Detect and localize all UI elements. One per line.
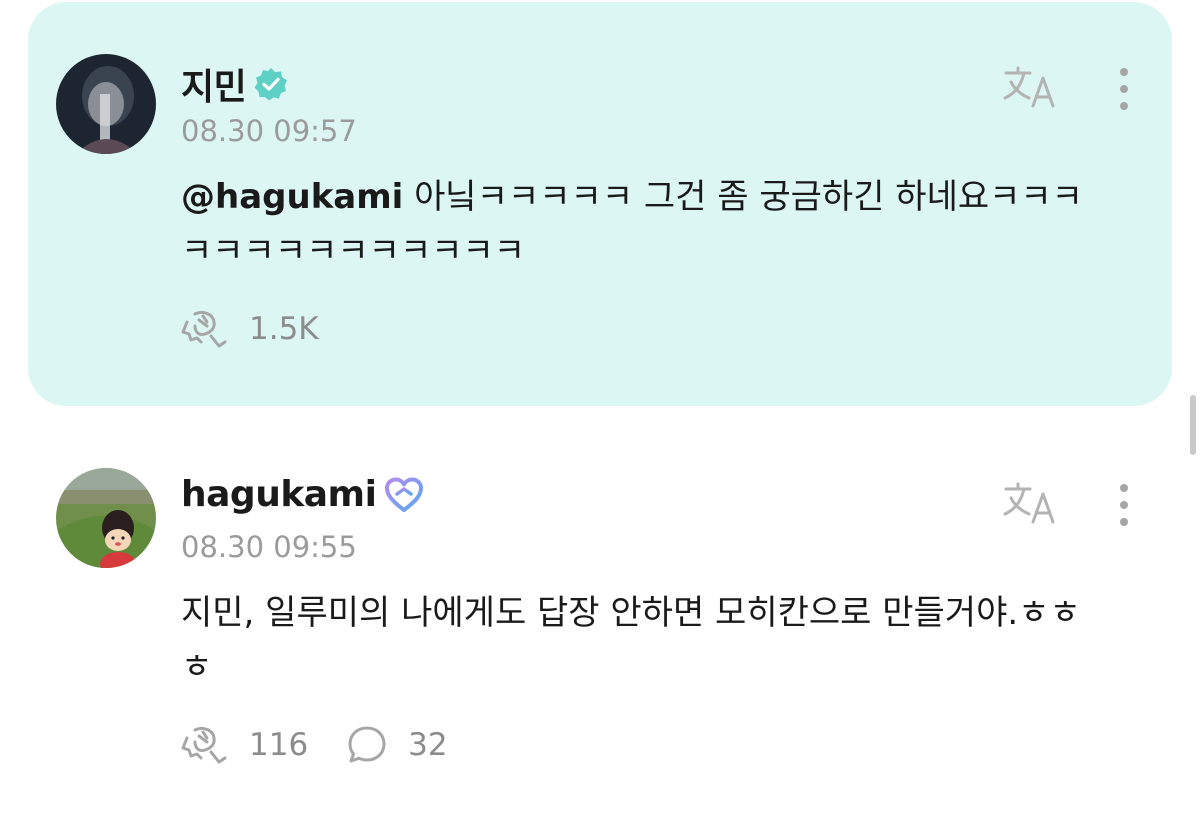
author-name[interactable]: 지민	[181, 58, 247, 110]
scrollbar[interactable]	[1190, 395, 1196, 455]
comment-count: 32	[408, 727, 448, 763]
more-options-button[interactable]	[1114, 66, 1134, 112]
post-text: @hagukami 아닠ㅋㅋㅋㅋㅋ 그건 좀 궁금하긴 하네요ㅋㅋㅋㅋㅋㅋㅋㅋㅋ…	[181, 170, 1111, 278]
translate-button[interactable]	[1002, 480, 1058, 526]
dot	[1120, 85, 1128, 93]
author-name[interactable]: hagukami	[181, 474, 377, 515]
verified-check-icon	[254, 67, 288, 101]
like-button[interactable]: 116	[181, 724, 308, 766]
dot	[1120, 68, 1128, 76]
avatar[interactable]	[56, 54, 156, 154]
highlighted-post: 지민 08.30 09:57 @hagukami 아닠ㅋㅋㅋㅋㅋ 그건 좀 궁금…	[28, 2, 1172, 406]
more-options-button[interactable]	[1114, 482, 1134, 528]
dot	[1120, 484, 1128, 492]
like-count: 1.5K	[249, 311, 319, 347]
comment-post: hagukami 08.30 09:55 지민, 일루미의 나에게도 답장 안하…	[28, 438, 1172, 818]
comment-feed-screen: 지민 08.30 09:57 @hagukami 아닠ㅋㅋㅋㅋㅋ 그건 좀 궁금…	[0, 0, 1200, 823]
comment-button[interactable]: 32	[346, 724, 448, 766]
like-button[interactable]: 1.5K	[181, 308, 319, 350]
like-count: 116	[249, 727, 309, 763]
heart-badge-icon	[384, 477, 424, 513]
translate-icon	[1003, 482, 1055, 524]
comment-bubble-icon	[348, 726, 386, 763]
post-text: 지민, 일루미의 나에게도 답장 안하면 모히칸으로 만들거야.ㅎㅎㅎ	[181, 586, 1111, 694]
post-timestamp: 08.30 09:57	[181, 114, 357, 148]
author-row: hagukami	[181, 474, 424, 515]
like-icon	[181, 726, 227, 764]
author-row: 지민	[181, 58, 288, 110]
translate-icon	[1003, 66, 1055, 108]
dot	[1120, 501, 1128, 509]
translate-button[interactable]	[1002, 64, 1058, 110]
post-actions: 1.5K	[181, 308, 319, 350]
avatar[interactable]	[56, 468, 156, 568]
dot	[1120, 518, 1128, 526]
mention-link[interactable]: @hagukami	[181, 177, 403, 217]
like-icon	[181, 310, 227, 348]
dot	[1120, 102, 1128, 110]
post-body: 지민, 일루미의 나에게도 답장 안하면 모히칸으로 만들거야.ㅎㅎㅎ	[181, 593, 1081, 687]
post-timestamp: 08.30 09:55	[181, 530, 357, 564]
post-actions: 116 32	[181, 724, 448, 766]
